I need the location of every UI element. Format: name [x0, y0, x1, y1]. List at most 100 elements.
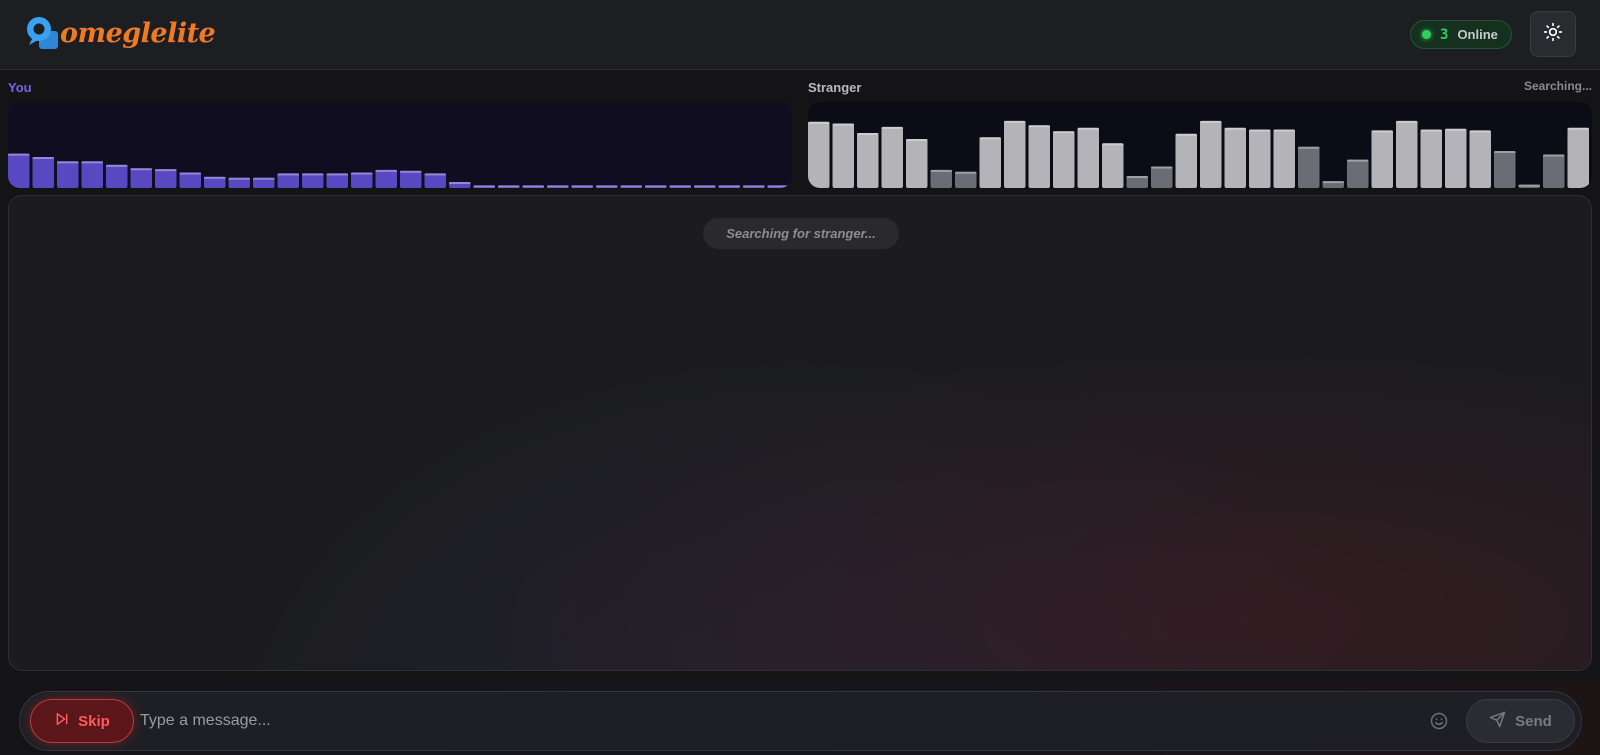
stranger-visualizer-bar: [955, 171, 977, 188]
you-label: You: [8, 80, 32, 95]
skip-button[interactable]: Skip: [30, 699, 134, 743]
paper-plane-icon: [1489, 711, 1506, 732]
logo-text: omeglelite: [60, 17, 216, 49]
stranger-visualizer-bar: [1420, 129, 1442, 188]
you-visualizer-bar: [400, 170, 422, 188]
stranger-visualizer-bar: [1077, 127, 1099, 188]
you-visualizer-bar: [351, 172, 373, 188]
online-label: Online: [1457, 27, 1498, 42]
you-visualizer-bar-cap: [669, 185, 691, 188]
stranger-visualizer-bar-cap: [857, 133, 879, 135]
you-visualizer-bar-cap: [596, 185, 618, 188]
you-visualizer-bar-cap: [473, 185, 495, 188]
stranger-audio-visualizer: [808, 102, 1592, 188]
stranger-visualizer-bar-cap: [955, 171, 977, 174]
theme-toggle-button[interactable]: [1530, 11, 1576, 57]
you-visualizer-bar-cap: [547, 185, 569, 188]
stranger-visualizer-bar: [1445, 128, 1467, 188]
you-visualizer-bar-cap: [620, 185, 642, 188]
you-visualizer-bar-cap: [179, 172, 201, 175]
stranger-visualizer-bar: [1469, 130, 1491, 188]
you-visualizer-bar-cap: [571, 185, 593, 188]
you-visualizer-bar-cap: [155, 169, 177, 172]
stranger-visualizer-bar: [1567, 127, 1589, 188]
searching-status: Searching for stranger...: [703, 218, 899, 249]
top-header: omeglelite 3 Online: [0, 0, 1600, 70]
you-visualizer-bar-cap: [130, 168, 152, 171]
stranger-visualizer-bar: [1347, 159, 1369, 188]
you-visualizer-bar-cap: [645, 185, 667, 188]
stranger-visualizer-bar: [1053, 131, 1075, 188]
stranger-visualizer-bar-cap: [1028, 125, 1050, 128]
smiley-icon[interactable]: [1429, 711, 1449, 731]
stranger-visualizer-bar: [1175, 133, 1197, 188]
you-visualizer-bar-cap: [351, 172, 373, 175]
you-visualizer-bar-cap: [449, 182, 471, 184]
stranger-visualizer-bar-cap: [1224, 127, 1246, 130]
you-visualizer-bar: [277, 173, 299, 188]
stranger-visualizer-bar-cap: [1298, 146, 1320, 149]
stranger-visualizer-bar-cap: [1494, 151, 1516, 153]
you-visualizer-bar: [424, 173, 446, 188]
stranger-visualizer-bar-cap: [808, 121, 830, 124]
stranger-visualizer-bar: [1396, 120, 1418, 188]
stranger-visualizer-bar-cap: [1347, 159, 1369, 162]
stranger-visualizer-bar-cap: [906, 139, 928, 141]
stranger-visualizer-bar-cap: [1151, 166, 1173, 169]
stranger-visualizer-bar: [930, 169, 952, 188]
stranger-visualizer-bar-cap: [1543, 154, 1565, 157]
you-visualizer-bar-cap: [498, 185, 520, 188]
you-visualizer-bar-cap: [694, 185, 716, 188]
you-visualizer-bar: [130, 168, 152, 188]
send-button[interactable]: Send: [1466, 699, 1575, 743]
stranger-visualizer-bar: [1102, 143, 1124, 188]
stranger-visualizer-bar-cap: [881, 126, 903, 129]
stranger-status: Searching...: [1523, 79, 1592, 93]
stranger-visualizer-bar-cap: [1004, 120, 1026, 123]
stranger-visualizer-bar-cap: [1420, 129, 1442, 132]
stranger-visualizer-bar: [1028, 125, 1050, 188]
chat-panel[interactable]: [8, 195, 1592, 671]
stranger-visualizer-bar-cap: [1126, 176, 1148, 178]
you-visualizer-bar: [57, 161, 79, 188]
stranger-label: Stranger: [808, 80, 862, 95]
stranger-visualizer-bar-cap: [1445, 128, 1467, 131]
you-visualizer-bar-cap: [522, 185, 544, 188]
stranger-visualizer-bar-cap: [1469, 130, 1491, 133]
stranger-visualizer-bars: [808, 120, 1589, 188]
you-visualizer-bar-cap: [277, 173, 299, 176]
you-visualizer-bar: [179, 172, 201, 188]
stranger-visualizer-bar-cap: [1322, 181, 1344, 184]
stranger-visualizer-bar: [1004, 120, 1026, 188]
you-visualizer-bar: [302, 173, 324, 188]
stranger-visualizer-bar: [1494, 151, 1516, 188]
stranger-visualizer-bar-cap: [1077, 127, 1099, 130]
you-visualizer-bar: [155, 169, 177, 188]
you-visualizer-bar-cap: [106, 164, 128, 167]
you-visualizer-bar-cap: [253, 177, 275, 180]
stranger-visualizer-bar-cap: [1273, 129, 1295, 132]
stranger-visualizer-bar-cap: [1053, 131, 1075, 134]
logo[interactable]: omeglelite: [25, 15, 216, 51]
logo-icon: [25, 15, 61, 51]
online-status-dot: [1422, 30, 1431, 39]
skip-forward-icon: [54, 711, 70, 731]
you-visualizer-bar-cap: [302, 173, 324, 176]
you-visualizer-bar: [106, 164, 128, 188]
message-input[interactable]: [140, 704, 1420, 738]
stranger-visualizer-bar: [857, 133, 879, 188]
you-visualizer-bar-cap: [718, 185, 740, 188]
stranger-visualizer-bar-cap: [1567, 127, 1589, 130]
you-visualizer-bar-cap: [81, 161, 103, 164]
stranger-visualizer-bar-cap: [1249, 129, 1271, 132]
stranger-visualizer-bar: [881, 126, 903, 188]
stranger-visualizer-bar: [906, 139, 928, 188]
you-visualizer-bar: [81, 161, 103, 188]
you-visualizer-bar-cap: [228, 177, 250, 180]
you-visualizer-bar-cap: [8, 153, 30, 156]
stranger-visualizer-bar-cap: [1396, 120, 1418, 123]
you-audio-visualizer: [8, 102, 792, 188]
skip-label: Skip: [78, 712, 110, 730]
stranger-visualizer-bar: [832, 123, 854, 188]
you-visualizer-bar-cap: [57, 161, 79, 164]
